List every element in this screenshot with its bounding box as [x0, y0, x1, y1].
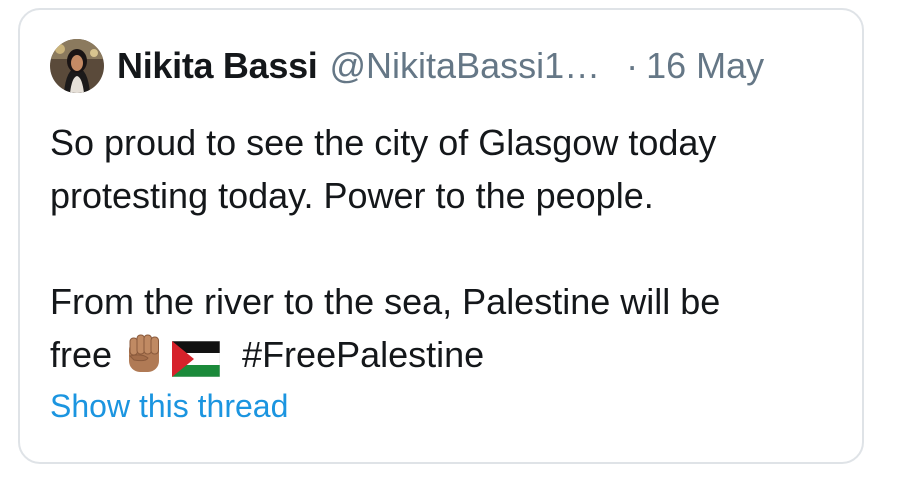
tweet-line: protesting today. Power to the people. [50, 175, 654, 216]
author-handle[interactable]: @NikitaBassi1… [330, 45, 601, 87]
show-thread-link[interactable]: Show this thread [50, 388, 288, 425]
tweet-card[interactable]: Nikita Bassi @NikitaBassi1… · 16 May So … [18, 8, 864, 464]
author-name[interactable]: Nikita Bassi [117, 45, 318, 87]
tweet-date[interactable]: 16 May [646, 45, 764, 87]
palestine-flag-icon [171, 338, 221, 391]
raised-fist-icon [120, 329, 168, 391]
tweet-line: So proud to see the city of Glasgow toda… [50, 122, 717, 163]
tweet-line-last: free #FreePalestine [50, 328, 850, 391]
avatar[interactable] [50, 39, 104, 93]
hashtag-link[interactable]: #FreePalestine [242, 334, 484, 375]
tweet-line: From the river to the sea, Palestine wil… [50, 281, 721, 322]
tweet-header: Nikita Bassi @NikitaBassi1… · 16 May [50, 38, 764, 94]
tweet-text: So proud to see the city of Glasgow toda… [50, 116, 850, 391]
tweet-word: free [50, 334, 113, 375]
separator-dot: · [626, 45, 639, 86]
